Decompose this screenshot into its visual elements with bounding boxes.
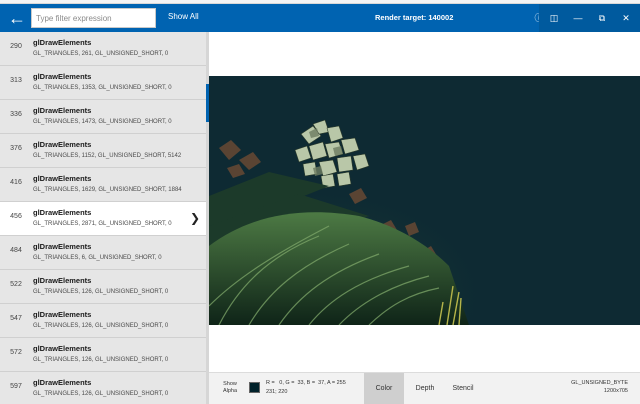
chevron-right-icon[interactable]: ❯ bbox=[190, 211, 200, 225]
draw-call-row[interactable]: 572 glDrawElements GL_TRIANGLES, 126, GL… bbox=[0, 338, 206, 372]
call-arguments: GL_TRIANGLES, 1473, GL_UNSIGNED_SHORT, 0 bbox=[33, 119, 172, 125]
pixel-info-bar: Show Alpha R = 0, G = 33, B = 37, A = 25… bbox=[209, 372, 640, 404]
tab-color[interactable]: Color bbox=[364, 373, 404, 404]
call-function: glDrawElements bbox=[33, 38, 92, 47]
call-function: glDrawElements bbox=[33, 72, 92, 81]
draw-call-row[interactable]: 416 glDrawElements GL_TRIANGLES, 1629, G… bbox=[0, 168, 206, 202]
pixel-color-swatch bbox=[249, 382, 260, 393]
call-number: 376 bbox=[10, 145, 22, 152]
call-function: glDrawElements bbox=[33, 310, 92, 319]
call-arguments: GL_TRIANGLES, 126, GL_UNSIGNED_SHORT, 0 bbox=[33, 323, 169, 329]
call-function: glDrawElements bbox=[33, 140, 92, 149]
call-function: glDrawElements bbox=[33, 208, 92, 217]
draw-call-row[interactable]: 597 glDrawElements GL_TRIANGLES, 126, GL… bbox=[0, 372, 206, 404]
call-arguments: GL_TRIANGLES, 126, GL_UNSIGNED_SHORT, 0 bbox=[33, 289, 169, 295]
tab-stencil[interactable]: Stencil bbox=[446, 373, 480, 404]
split-view-icon: ◫ bbox=[549, 13, 559, 23]
split-view-button[interactable]: ◫ bbox=[545, 9, 563, 27]
close-button[interactable]: ✕ bbox=[617, 9, 635, 27]
call-number: 522 bbox=[10, 281, 22, 288]
pixel-value: R = 0, G = 33, B = 37, A = 255 bbox=[266, 380, 346, 386]
call-arguments: GL_TRIANGLES, 6, GL_UNSIGNED_SHORT, 0 bbox=[33, 255, 162, 261]
draw-call-row[interactable]: 484 glDrawElements GL_TRIANGLES, 6, GL_U… bbox=[0, 236, 206, 270]
call-function: glDrawElements bbox=[33, 242, 92, 251]
call-number: 336 bbox=[10, 111, 22, 118]
draw-call-row-selected[interactable]: 456 glDrawElements GL_TRIANGLES, 2871, G… bbox=[0, 202, 206, 236]
show-all-button[interactable]: Show All bbox=[168, 12, 199, 21]
call-arguments: GL_TRIANGLES, 1353, GL_UNSIGNED_SHORT, 0 bbox=[33, 85, 172, 91]
draw-call-row[interactable]: 547 glDrawElements GL_TRIANGLES, 126, GL… bbox=[0, 304, 206, 338]
filter-input[interactable] bbox=[31, 8, 156, 28]
back-button[interactable]: ← bbox=[6, 7, 28, 29]
call-function: glDrawElements bbox=[33, 174, 92, 183]
render-target-title: Render target: 140002 bbox=[375, 13, 454, 22]
scene-render-graphic bbox=[209, 76, 640, 325]
call-function: glDrawElements bbox=[33, 106, 92, 115]
call-arguments: GL_TRIANGLES, 1152, GL_UNSIGNED_SHORT, 5… bbox=[33, 153, 182, 159]
show-alpha-toggle[interactable]: Show Alpha bbox=[217, 381, 243, 395]
call-list-panel: ← Show All 290 glDrawElements GL_TRIANGL… bbox=[0, 4, 209, 404]
render-target-image[interactable] bbox=[209, 76, 640, 325]
minimize-button[interactable]: — bbox=[569, 9, 587, 27]
tab-depth[interactable]: Depth bbox=[408, 373, 442, 404]
call-arguments: GL_TRIANGLES, 1629, GL_UNSIGNED_SHORT, 1… bbox=[33, 187, 182, 193]
call-function: glDrawElements bbox=[33, 276, 92, 285]
call-number: 416 bbox=[10, 179, 22, 186]
call-number: 597 bbox=[10, 383, 22, 390]
call-number: 290 bbox=[10, 43, 22, 50]
draw-call-row[interactable]: 290 glDrawElements GL_TRIANGLES, 261, GL… bbox=[0, 32, 206, 66]
graphics-debugger-window: ← Show All 290 glDrawElements GL_TRIANGL… bbox=[0, 0, 640, 404]
draw-call-row[interactable]: 313 glDrawElements GL_TRIANGLES, 1353, G… bbox=[0, 66, 206, 100]
call-arguments: GL_TRIANGLES, 126, GL_UNSIGNED_SHORT, 0 bbox=[33, 357, 169, 363]
call-list-toolbar: ← Show All bbox=[0, 4, 209, 32]
arrow-left-icon: ← bbox=[8, 8, 26, 28]
call-number: 484 bbox=[10, 247, 22, 254]
restore-button[interactable]: ⧉ bbox=[593, 9, 611, 27]
call-function: glDrawElements bbox=[33, 344, 92, 353]
render-resolution: 1200x705 bbox=[603, 388, 628, 394]
draw-call-row[interactable]: 522 glDrawElements GL_TRIANGLES, 126, GL… bbox=[0, 270, 206, 304]
draw-call-row[interactable]: 376 glDrawElements GL_TRIANGLES, 1152, G… bbox=[0, 134, 206, 168]
pixel-format: GL_UNSIGNED_BYTE bbox=[571, 380, 628, 386]
window-controls: ◫ — ⧉ ✕ bbox=[539, 4, 640, 32]
call-arguments: GL_TRIANGLES, 126, GL_UNSIGNED_SHORT, 0 bbox=[33, 391, 169, 397]
draw-call-list: 290 glDrawElements GL_TRIANGLES, 261, GL… bbox=[0, 32, 206, 404]
call-arguments: GL_TRIANGLES, 261, GL_UNSIGNED_SHORT, 0 bbox=[33, 51, 169, 57]
render-viewport[interactable] bbox=[209, 32, 640, 372]
call-number: 313 bbox=[10, 77, 22, 84]
close-icon: ✕ bbox=[622, 13, 630, 23]
draw-call-row[interactable]: 336 glDrawElements GL_TRIANGLES, 1473, G… bbox=[0, 100, 206, 134]
minimize-icon: — bbox=[573, 13, 583, 23]
pixel-coordinates: 231; 220 bbox=[266, 389, 288, 395]
call-function: glDrawElements bbox=[33, 378, 92, 387]
call-number: 572 bbox=[10, 349, 22, 356]
call-arguments: GL_TRIANGLES, 2871, GL_UNSIGNED_SHORT, 0 bbox=[33, 221, 172, 227]
call-number: 547 bbox=[10, 315, 22, 322]
restore-icon: ⧉ bbox=[598, 13, 606, 23]
call-number: 456 bbox=[10, 213, 22, 220]
